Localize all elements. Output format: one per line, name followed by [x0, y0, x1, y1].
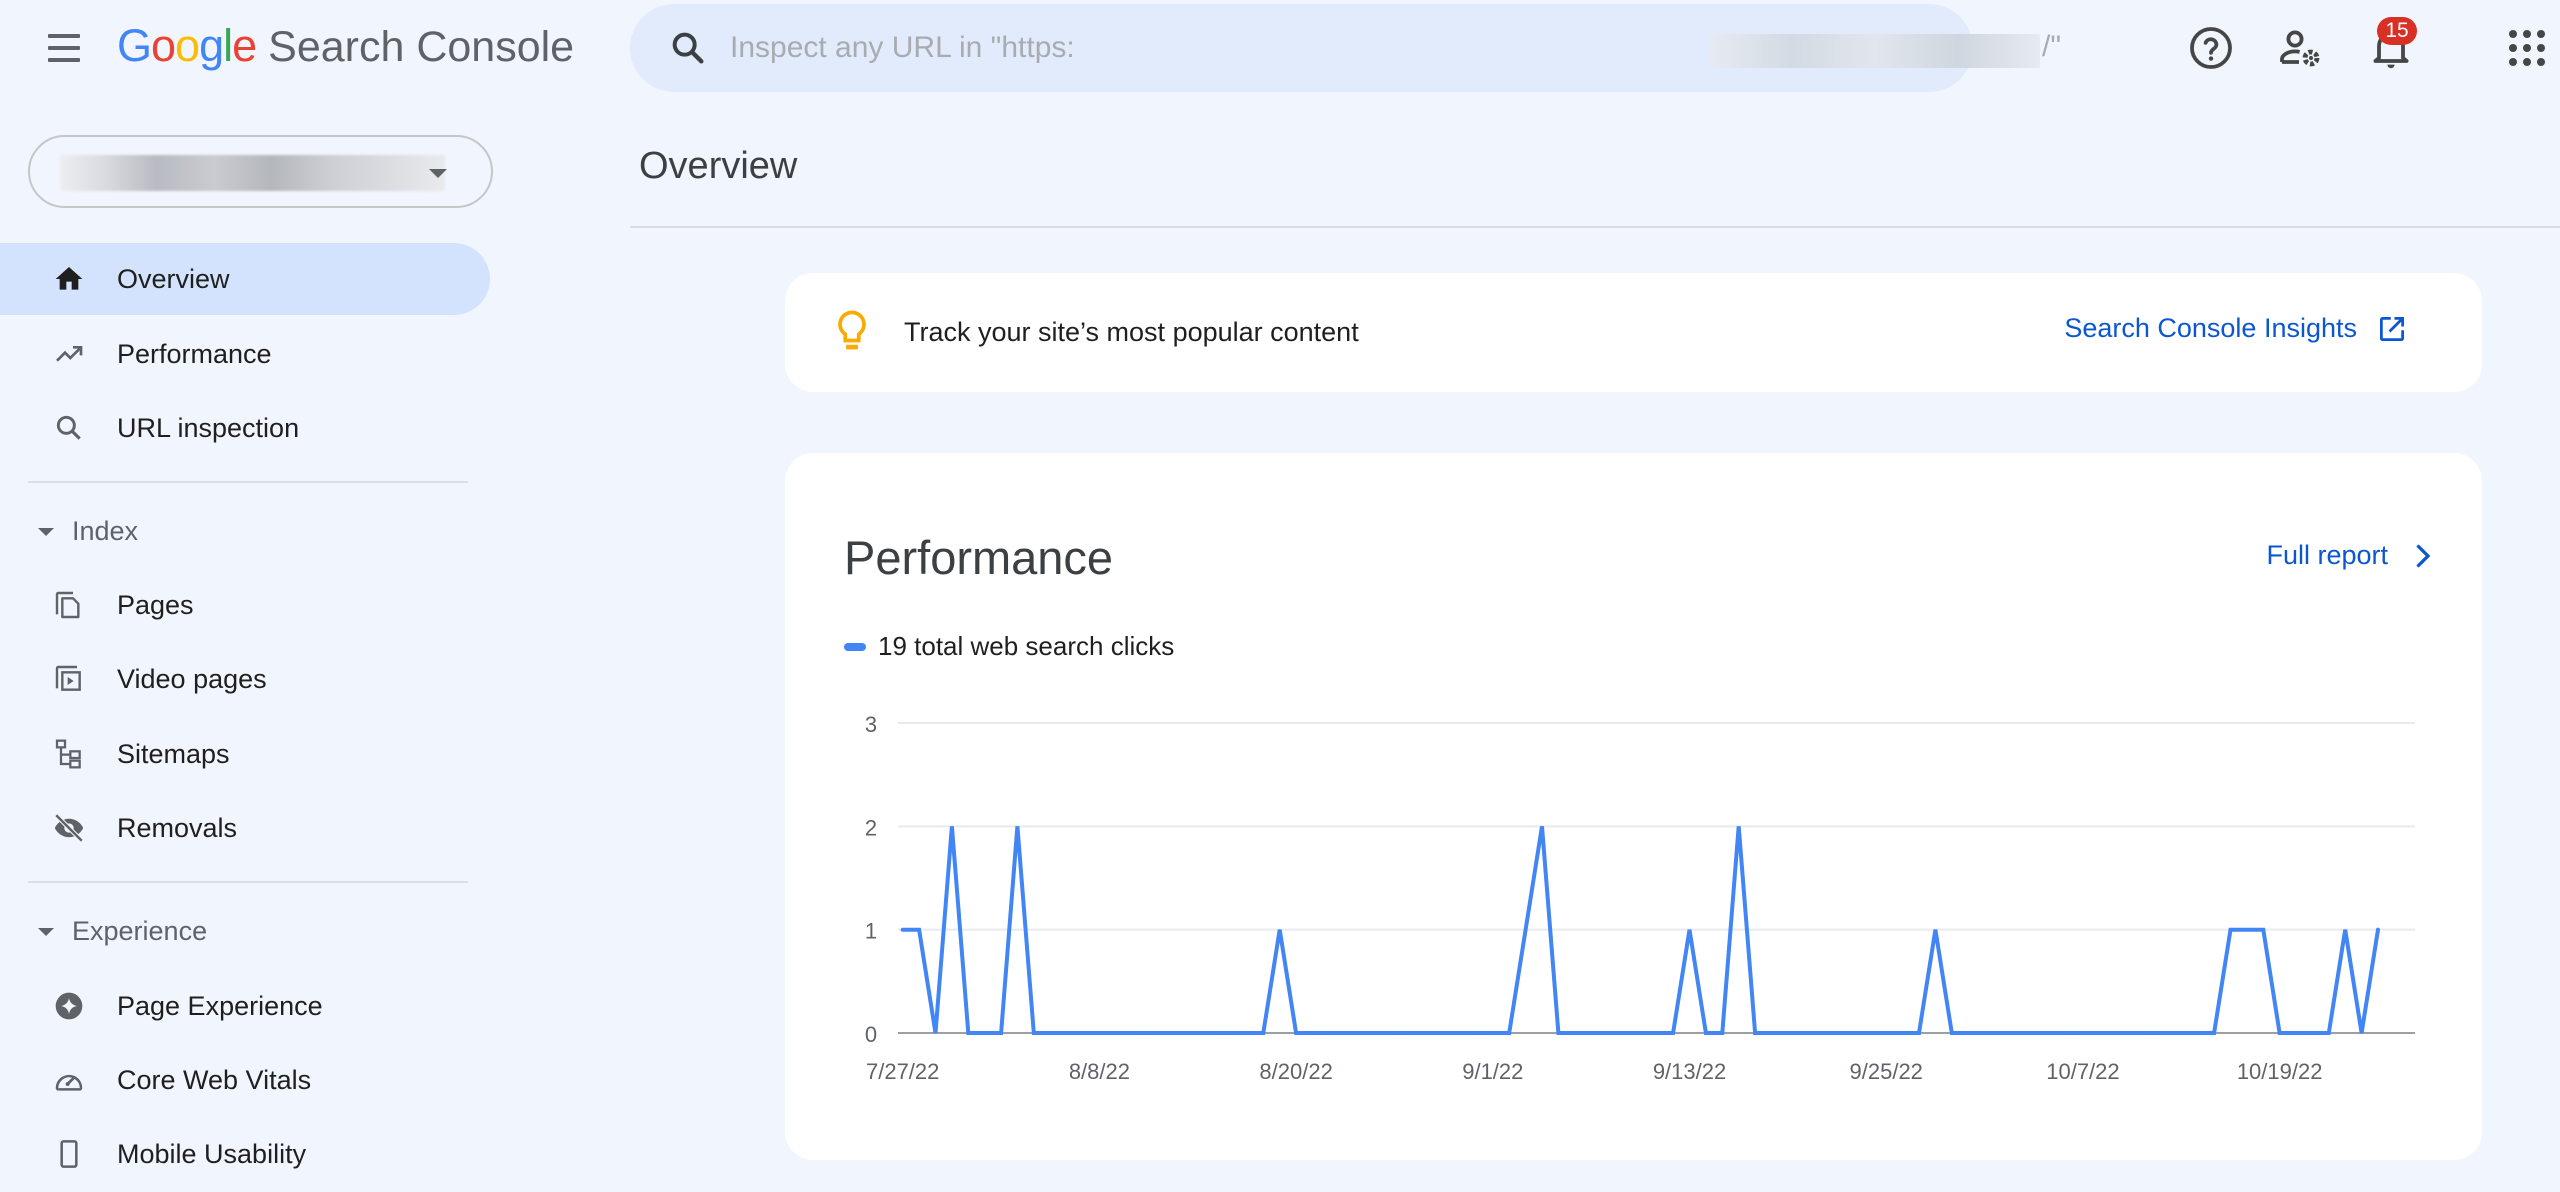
link-label: Full report — [2266, 540, 2388, 570]
legend-swatch — [844, 642, 866, 651]
sidebar-item-label: Performance — [117, 338, 272, 369]
notification-count-badge: 15 — [2377, 17, 2417, 45]
insight-text: Track your site’s most popular content — [904, 317, 1359, 347]
help-icon[interactable] — [2187, 24, 2235, 72]
sidebar-item-pages[interactable]: Pages — [0, 569, 490, 641]
trending-up-icon — [52, 337, 86, 371]
sidebar-item-label: Removals — [117, 812, 238, 843]
property-name-redacted — [60, 155, 445, 191]
main-menu-button[interactable] — [44, 30, 86, 66]
y-tick-label: 2 — [865, 815, 877, 840]
sidebar-item-label: Core Web Vitals — [117, 1064, 312, 1095]
x-tick-label: 9/13/22 — [1653, 1059, 1726, 1084]
sidebar-section-index[interactable]: Index — [0, 502, 490, 562]
page-title: Overview — [639, 145, 798, 187]
sidebar-divider — [28, 881, 468, 883]
insights-card: Track your site’s most popular content S… — [785, 273, 2482, 392]
sidebar-item-label: Sitemaps — [117, 738, 230, 769]
sidebar-divider — [28, 481, 468, 483]
search-placeholder-suffix: /" — [2042, 30, 2061, 63]
x-tick-label: 10/7/22 — [2046, 1059, 2119, 1084]
y-tick-label: 3 — [865, 712, 877, 737]
url-inspection-search-bar[interactable]: /" — [630, 4, 2061, 92]
sidebar-item-core-web-vitals[interactable]: Core Web Vitals — [0, 1044, 490, 1116]
sidebar-item-label: Pages — [117, 589, 194, 620]
x-tick-label: 8/20/22 — [1259, 1059, 1332, 1084]
chevron-right-icon — [2416, 543, 2431, 568]
section-label: Index — [72, 516, 139, 546]
open-in-new-icon — [2380, 316, 2404, 341]
performance-card: 0 1 2 3 7/27/22 8/8/22 8/20/22 9/1/22 9/13/22 9/2… — [785, 453, 2482, 1160]
search-console-insights-link[interactable]: Search Console Insights — [2064, 313, 2407, 344]
menu-icon — [48, 34, 80, 38]
smartphone-icon — [52, 1137, 86, 1171]
link-label: Search Console Insights — [2064, 313, 2357, 343]
manage-users-icon[interactable] — [2277, 24, 2325, 72]
home-icon — [52, 262, 86, 296]
legend-label: 19 total web search clicks — [878, 631, 1175, 661]
sidebar-item-video-pages[interactable]: Video pages — [0, 643, 490, 715]
section-label: Experience — [72, 916, 208, 946]
sidebar-section-experience[interactable]: Experience — [0, 902, 490, 962]
logo-letter: o — [151, 20, 176, 71]
sitemap-icon — [52, 737, 86, 771]
x-tick-label: 9/25/22 — [1850, 1059, 1923, 1084]
logo-letter: l — [223, 20, 233, 71]
x-tick-label: 10/19/22 — [2237, 1059, 2323, 1084]
x-tick-label: 7/27/22 — [866, 1059, 939, 1084]
performance-card-title: Performance — [844, 531, 1114, 584]
app-logo[interactable]: Google Search Console — [117, 20, 574, 80]
url-inspection-input[interactable] — [730, 31, 1730, 65]
caret-down-icon — [38, 528, 54, 536]
x-tick-label: 9/1/22 — [1462, 1059, 1523, 1084]
chart-legend-item[interactable]: 19 total web search clicks — [844, 631, 1174, 662]
sidebar-item-performance[interactable]: Performance — [0, 318, 490, 390]
apps-icon[interactable] — [2503, 24, 2551, 72]
sidebar-item-label: Overview — [117, 263, 230, 294]
sidebar-item-url-inspection[interactable]: URL inspection — [0, 392, 490, 464]
sidebar-item-removals[interactable]: Removals — [0, 792, 490, 864]
x-tick-label: 8/8/22 — [1069, 1059, 1130, 1084]
full-report-link[interactable]: Full report — [2266, 540, 2434, 571]
property-selector[interactable] — [28, 135, 493, 208]
lightbulb-icon — [838, 310, 866, 350]
sidebar-item-sitemaps[interactable]: Sitemaps — [0, 718, 490, 790]
pages-icon — [52, 588, 86, 622]
y-tick-label: 0 — [865, 1022, 877, 1047]
logo-letter: G — [117, 20, 152, 71]
video-pages-icon — [52, 662, 86, 696]
logo-letter: o — [175, 20, 200, 71]
sidebar-item-overview[interactable]: Overview — [0, 243, 490, 315]
search-icon — [52, 411, 86, 445]
google-wordmark: Google — [117, 20, 257, 72]
sidebar-item-label: URL inspection — [117, 412, 300, 443]
sidebar-item-label: Page Experience — [117, 990, 323, 1021]
caret-down-icon — [38, 928, 54, 936]
logo-letter: g — [199, 20, 224, 71]
page-experience-icon — [52, 989, 86, 1023]
redacted-domain — [1710, 34, 2040, 68]
sidebar-item-label: Video pages — [117, 663, 267, 694]
sidebar-item-page-experience[interactable]: Page Experience — [0, 970, 490, 1042]
speed-icon — [52, 1063, 86, 1097]
sidebar-item-label: Mobile Usability — [117, 1138, 307, 1169]
title-divider — [630, 226, 2560, 228]
product-name: Search Console — [268, 23, 575, 71]
y-tick-label: 1 — [865, 919, 877, 944]
search-icon[interactable] — [668, 28, 708, 68]
visibility-off-icon — [52, 811, 86, 845]
sidebar-item-mobile-usability[interactable]: Mobile Usability — [0, 1118, 490, 1190]
chevron-down-icon — [429, 169, 447, 178]
logo-letter: e — [232, 20, 257, 71]
